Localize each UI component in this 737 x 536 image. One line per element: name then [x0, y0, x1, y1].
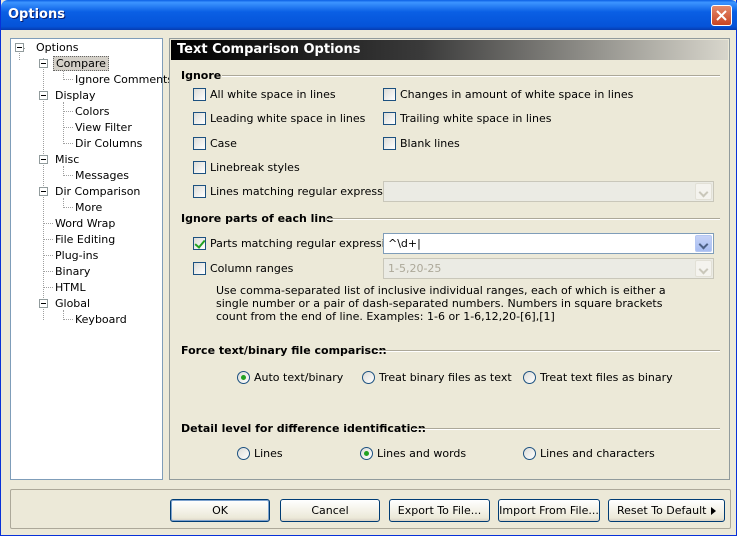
column-ranges-description: Use comma-separated list of inclusive in…	[216, 284, 666, 323]
linebreak-styles-checkbox[interactable]	[193, 161, 206, 174]
expander-options[interactable]	[15, 43, 24, 52]
lines-regex-checkbox[interactable]	[193, 185, 206, 198]
column-ranges-combo[interactable]: 1-5,20-25	[383, 258, 714, 279]
tree-item-dir-comparison[interactable]: Dir Comparison	[53, 185, 142, 199]
close-button[interactable]	[711, 5, 732, 26]
expander-dir-comparison[interactable]	[39, 187, 48, 196]
linebreak-styles-label: Linebreak styles	[210, 161, 300, 174]
chevron-down-icon[interactable]	[695, 183, 712, 200]
tree-item-display[interactable]: Display	[53, 89, 98, 103]
ok-button[interactable]: OK	[170, 499, 270, 522]
detail-section-title: Detail level for difference identificati…	[181, 422, 426, 435]
tree-item-plug-ins[interactable]: Plug-ins	[53, 249, 100, 263]
detail-lines-chars-label: Lines and characters	[540, 447, 655, 460]
tree-item-keyboard[interactable]: Keyboard	[73, 313, 129, 327]
detail-lines-words-label: Lines and words	[377, 447, 467, 460]
treat-text-as-binary-label: Treat text files as binary	[540, 371, 673, 384]
leading-whitespace-label: Leading white space in lines	[210, 112, 366, 125]
treat-text-as-binary-radio[interactable]	[523, 371, 536, 384]
lines-regex-combo[interactable]	[383, 181, 714, 202]
parts-regex-combo[interactable]: ^\d+|	[383, 233, 714, 254]
reset-to-default-button[interactable]: Reset To Default	[608, 499, 725, 522]
options-window: Options Options Compare Ignore Comments …	[0, 0, 737, 536]
export-to-file-button[interactable]: Export To File...	[389, 499, 490, 522]
detail-lines-chars-radio[interactable]	[523, 447, 536, 460]
column-ranges-value: 1-5,20-25	[388, 262, 442, 275]
close-icon	[716, 10, 727, 21]
trailing-whitespace-checkbox[interactable]	[383, 112, 396, 125]
expander-global[interactable]	[39, 299, 48, 308]
ignore-parts-section-title: Ignore parts of each line	[181, 212, 334, 225]
leading-whitespace-checkbox[interactable]	[193, 112, 206, 125]
tree-item-html[interactable]: HTML	[53, 281, 88, 295]
column-ranges-checkbox[interactable]	[193, 262, 206, 275]
auto-text-binary-label: Auto text/binary	[254, 371, 344, 384]
all-whitespace-checkbox[interactable]	[193, 88, 206, 101]
compare-options-panel: Text Comparison Options Ignore All white…	[169, 38, 730, 480]
ignore-section-title: Ignore	[181, 69, 222, 82]
tree-item-options[interactable]: Options	[34, 41, 80, 55]
parts-regex-label: Parts matching regular expression	[210, 237, 399, 250]
changes-whitespace-label: Changes in amount of white space in line…	[400, 88, 634, 101]
all-whitespace-label: All white space in lines	[210, 88, 336, 101]
force-separator	[376, 350, 720, 352]
tree-item-more[interactable]: More	[73, 201, 104, 215]
detail-lines-radio[interactable]	[237, 447, 250, 460]
changes-whitespace-checkbox[interactable]	[383, 88, 396, 101]
treat-binary-as-text-label: Treat binary files as text	[379, 371, 512, 384]
tree-item-dir-columns[interactable]: Dir Columns	[73, 137, 144, 151]
case-checkbox[interactable]	[193, 137, 206, 150]
blank-lines-checkbox[interactable]	[383, 137, 396, 150]
tree-item-file-editing[interactable]: File Editing	[53, 233, 117, 247]
import-from-file-button[interactable]: Import From File...	[498, 499, 600, 522]
panel-header: Text Comparison Options	[171, 40, 728, 60]
tree-item-misc[interactable]: Misc	[53, 153, 81, 167]
treat-binary-as-text-radio[interactable]	[362, 371, 375, 384]
ignore-parts-separator	[327, 218, 720, 220]
cancel-button[interactable]: Cancel	[280, 499, 380, 522]
reset-to-default-label: Reset To Default	[617, 504, 707, 517]
tree-item-ignore-comments[interactable]: Ignore Comments	[73, 73, 175, 87]
force-section-title: Force text/binary file comparison	[181, 344, 387, 357]
chevron-down-icon[interactable]	[695, 235, 712, 252]
detail-lines-words-radio[interactable]	[360, 447, 373, 460]
panel-header-title: Text Comparison Options	[177, 42, 361, 57]
detail-separator	[412, 428, 720, 430]
parts-regex-checkbox[interactable]	[193, 237, 206, 250]
ignore-separator	[222, 75, 720, 77]
case-label: Case	[210, 137, 237, 150]
options-tree[interactable]: Options Compare Ignore Comments Display …	[10, 38, 173, 480]
tree-item-global[interactable]: Global	[53, 297, 92, 311]
title-bar[interactable]: Options	[1, 0, 737, 30]
window-title: Options	[8, 7, 65, 22]
blank-lines-label: Blank lines	[400, 137, 460, 150]
tree-item-word-wrap[interactable]: Word Wrap	[53, 217, 117, 231]
column-ranges-label: Column ranges	[210, 262, 294, 275]
parts-regex-value[interactable]: ^\d+|	[388, 237, 421, 250]
trailing-whitespace-label: Trailing white space in lines	[400, 112, 552, 125]
tree-item-view-filter[interactable]: View Filter	[73, 121, 134, 135]
chevron-down-icon[interactable]	[695, 260, 712, 277]
auto-text-binary-radio[interactable]	[237, 371, 250, 384]
lines-regex-label: Lines matching regular expression	[210, 185, 400, 198]
expander-misc[interactable]	[39, 155, 48, 164]
detail-lines-label: Lines	[254, 447, 283, 460]
expander-display[interactable]	[39, 91, 48, 100]
tree-item-compare[interactable]: Compare	[53, 56, 109, 71]
tree-item-binary[interactable]: Binary	[53, 265, 92, 279]
expander-compare[interactable]	[39, 59, 48, 68]
tree-item-messages[interactable]: Messages	[73, 169, 131, 183]
arrow-right-icon	[711, 507, 716, 515]
tree-item-colors[interactable]: Colors	[73, 105, 111, 119]
